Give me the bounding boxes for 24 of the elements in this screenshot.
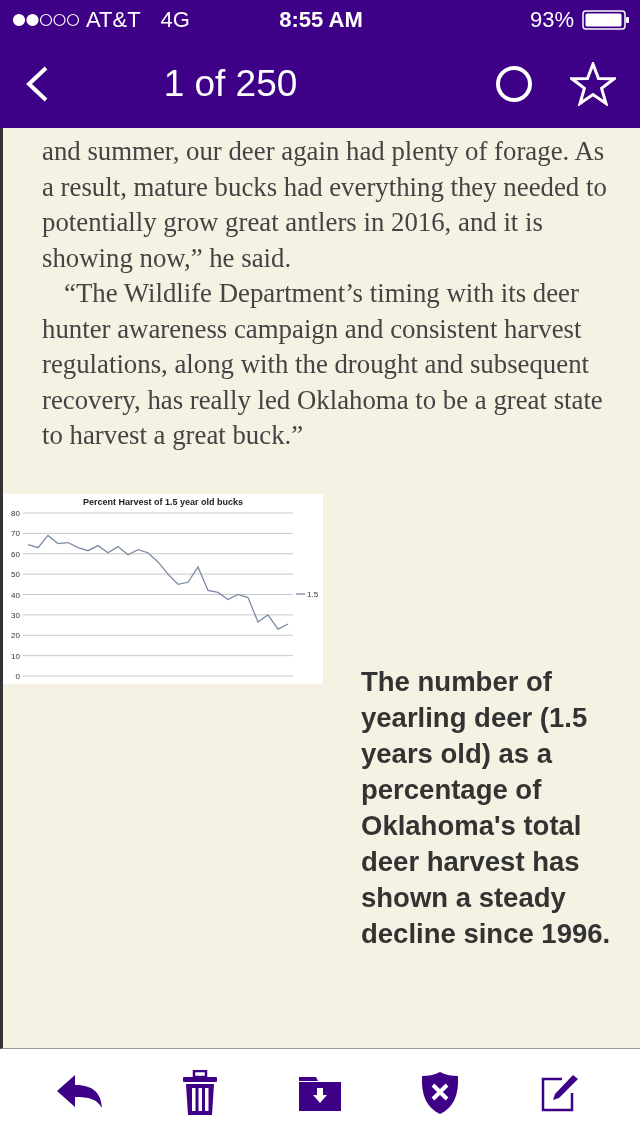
axis-tick-label: 70 (11, 528, 20, 538)
axis-tick-label: 60 (11, 549, 20, 559)
legend-label: 1.5 (307, 589, 319, 599)
legend-swatch (295, 592, 306, 595)
figure-caption: The number of yearling deer (1.5 years old) as a percentage of Oklahoma's total deer harvest has shown a steady decline since 1996. (361, 664, 611, 951)
axis-tick-label: 10 (11, 651, 20, 661)
axis-tick-label: 50 (11, 569, 20, 579)
message-counter: 1 of 250 (162, 63, 299, 105)
carrier-name: AT&T (86, 7, 141, 33)
trash-icon (182, 1069, 218, 1116)
clock-time: 8:55 AM (279, 7, 363, 33)
chart-title: Percent Harvest of 1.5 year old bucks (82, 496, 244, 507)
axis-tick-label: 30 (11, 610, 20, 620)
axis-tick-label: 80 (11, 508, 20, 518)
network-type: 4G (160, 7, 190, 33)
axis-tick-label: 20 (11, 630, 20, 640)
article-paragraph: “The Wildlife Department’s timing with its deer hunter awareness campaign and consistent harvest regulations, along with the drought and subsequent recovery, has really led Oklahoma to be a great state to harvest a great buck.” (42, 277, 604, 452)
battery-percent: 93% (529, 7, 574, 33)
axis-tick-label: 0 (15, 671, 20, 681)
battery-icon (582, 10, 630, 30)
article-paragraph: and summer, our deer again had plenty of forage. As a result, mature bucks had everything they needed to potentially grow great antlers in 2016, and it is showing now,” he said. (42, 135, 608, 275)
axis-tick-label: 40 (11, 590, 20, 599)
compose-icon (540, 1072, 580, 1113)
signal-strength-icon (12, 13, 80, 27)
